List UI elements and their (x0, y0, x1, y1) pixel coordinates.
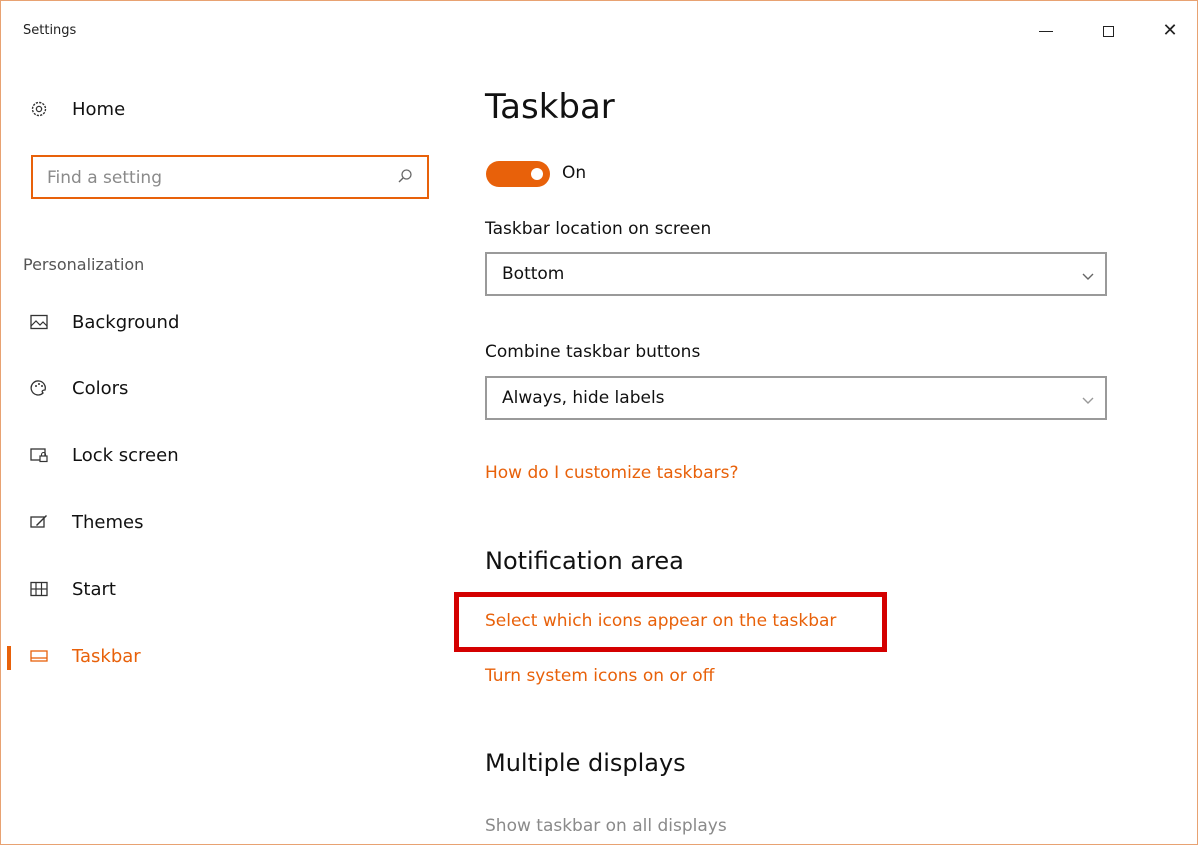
themes-icon (29, 512, 49, 532)
multiple-displays-heading: Multiple displays (485, 749, 686, 777)
chevron-down-icon (1081, 268, 1095, 282)
location-dropdown[interactable]: Bottom (485, 252, 1107, 296)
system-icons-link[interactable]: Turn system icons on or off (485, 666, 714, 686)
title-bar: Settings ✕ (1, 1, 1197, 61)
sidebar-item-label: Background (72, 311, 180, 333)
toggle-state-label: On (562, 163, 587, 183)
maximize-icon (1102, 25, 1114, 37)
sidebar-item-taskbar[interactable]: Taskbar (1, 634, 441, 678)
start-icon (29, 579, 49, 599)
customize-taskbars-link[interactable]: How do I customize taskbars? (485, 463, 738, 483)
combine-dropdown[interactable]: Always, hide labels (485, 376, 1107, 420)
minimize-icon (1039, 30, 1053, 32)
settings-window: Settings ✕ Home Find a setting Personali… (0, 0, 1198, 845)
section-label-personalization: Personalization (23, 255, 145, 274)
toggle-knob (531, 168, 543, 180)
location-label: Taskbar location on screen (485, 219, 712, 239)
notification-area-heading: Notification area (485, 547, 684, 575)
sidebar-item-label: Start (72, 578, 116, 600)
combine-selected-value: Always, hide labels (502, 388, 665, 408)
close-button[interactable]: ✕ (1147, 13, 1193, 49)
lock-screen-icon (29, 445, 49, 465)
page-title: Taskbar (485, 87, 615, 127)
sidebar-item-start[interactable]: Start (1, 567, 441, 611)
show-on-all-displays-label: Show taskbar on all displays (485, 816, 727, 836)
picture-icon (29, 312, 49, 332)
gear-icon (29, 99, 49, 119)
chevron-down-icon (1081, 392, 1095, 406)
combine-label: Combine taskbar buttons (485, 342, 701, 362)
window-title: Settings (23, 23, 77, 38)
sidebar-item-label: Colors (72, 377, 129, 399)
taskbar-icon (29, 646, 49, 666)
sidebar-item-home[interactable]: Home (1, 87, 441, 131)
sidebar-item-background[interactable]: Background (1, 300, 441, 344)
sidebar-item-label: Taskbar (72, 645, 141, 667)
search-field[interactable] (31, 155, 429, 199)
active-indicator (7, 646, 11, 670)
sidebar-item-themes[interactable]: Themes (1, 500, 441, 544)
taskbar-toggle[interactable] (486, 161, 550, 187)
minimize-button[interactable] (1023, 13, 1069, 49)
search-icon[interactable] (397, 168, 413, 184)
search-input[interactable] (45, 165, 389, 191)
sidebar: Home Personalization Background (1, 61, 441, 844)
palette-icon (29, 378, 49, 398)
sidebar-item-label: Lock screen (72, 444, 179, 466)
maximize-button[interactable] (1085, 13, 1131, 49)
sidebar-item-lock-screen[interactable]: Lock screen (1, 433, 441, 477)
close-icon: ✕ (1162, 20, 1178, 41)
location-selected-value: Bottom (502, 264, 565, 284)
sidebar-item-label: Themes (72, 511, 144, 533)
main-content: Taskbar On Taskbar location on screen Bo… (441, 61, 1197, 844)
sidebar-item-label: Home (72, 98, 126, 120)
sidebar-item-colors[interactable]: Colors (1, 366, 441, 410)
select-icons-link[interactable]: Select which icons appear on the taskbar (485, 611, 836, 631)
